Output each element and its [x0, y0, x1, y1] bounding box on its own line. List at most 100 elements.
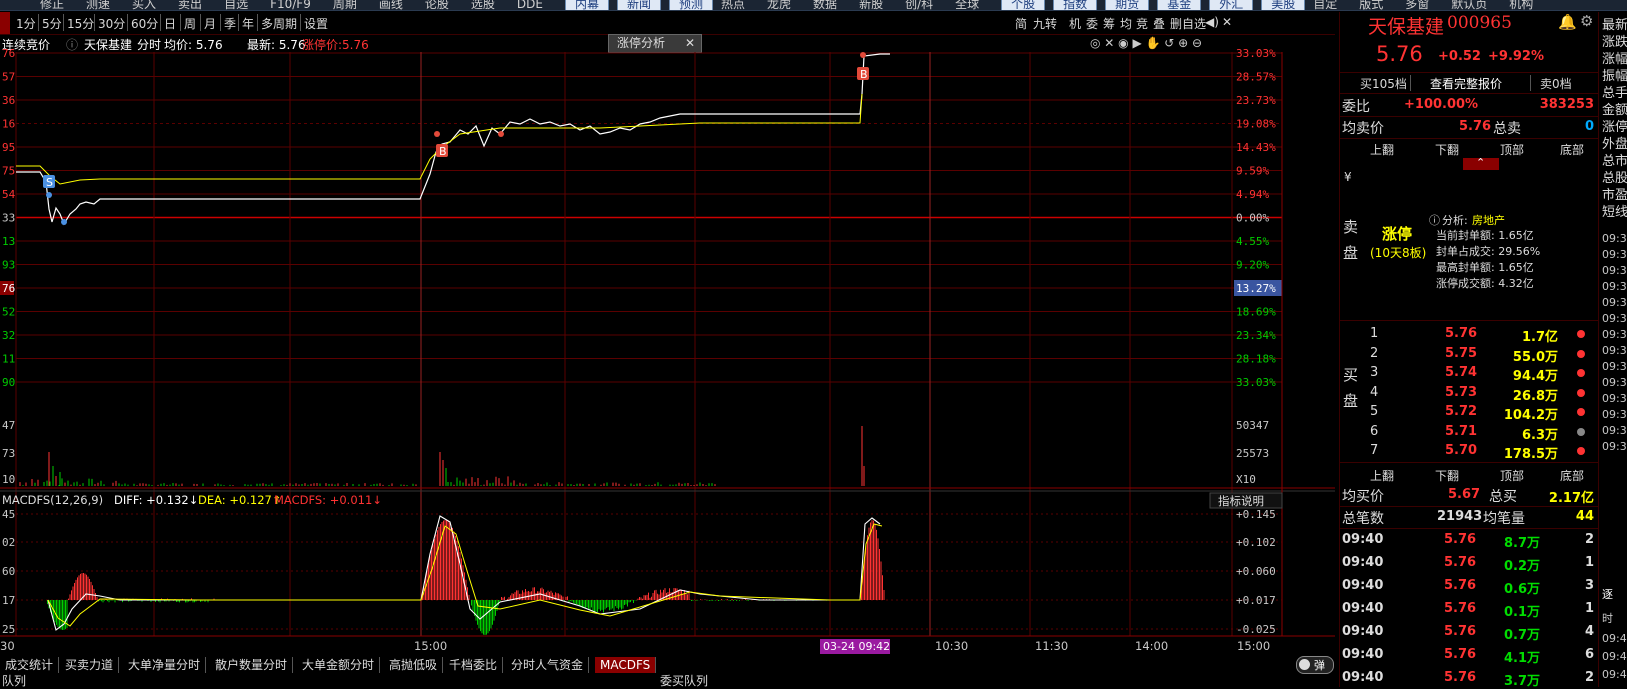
top-menu-item[interactable]: 热点 — [721, 0, 745, 10]
order-nav-3[interactable]: 底部 — [1560, 467, 1584, 484]
top-menu-item[interactable]: 卖出 — [178, 0, 202, 10]
top-menu-item[interactable]: 美股 — [1261, 0, 1306, 10]
bid-price: 5.75 — [1445, 345, 1478, 361]
indicator-tab-1[interactable]: 买卖力道 — [60, 657, 120, 673]
order-nav-2[interactable]: 顶部 — [1500, 467, 1524, 484]
indicator-tab-0[interactable]: 成交统计 — [0, 657, 60, 673]
quote-button-2[interactable]: 卖0档 — [1540, 75, 1572, 92]
top-menu-item[interactable]: 自定 — [1313, 0, 1337, 10]
quote-button-0[interactable]: 买105档 — [1360, 75, 1407, 92]
top-menu-item[interactable]: 论股 — [425, 0, 449, 10]
top-menu-item[interactable]: 多窗 — [1405, 0, 1429, 10]
toolbar-4[interactable]: 筹 — [1103, 15, 1115, 32]
gear-icon[interactable]: ⚙ — [1580, 12, 1593, 30]
top-menu-item[interactable]: 外汇 — [1209, 0, 1254, 10]
price-axis-left-label: 13 — [2, 235, 15, 248]
top-menu-item[interactable]: 选股 — [471, 0, 495, 10]
top-menu-item[interactable]: 自选 — [224, 0, 248, 10]
time-axis-label: 14:00 — [1135, 639, 1168, 653]
collapse-arrow[interactable]: ⌃ — [1463, 156, 1499, 170]
top-menu-item[interactable]: 画线 — [379, 0, 403, 10]
toolbar-7[interactable]: 叠 — [1153, 15, 1165, 32]
top-menu-item[interactable]: 创/科 — [905, 0, 933, 10]
sell-side-label-1: 卖 — [1343, 218, 1359, 236]
bell-icon[interactable]: 🔔 — [1558, 13, 1577, 31]
quote-button-1[interactable]: 查看完整报价 — [1430, 75, 1502, 92]
indicator-tab-4[interactable]: 大单金额分时 — [297, 657, 381, 673]
top-menu-item[interactable]: 期货 — [1105, 0, 1150, 10]
buy-mark-dot — [860, 52, 866, 58]
order-nav-3[interactable]: 底部 — [1560, 141, 1584, 158]
top-menu-item[interactable]: 内幕 — [564, 0, 609, 10]
period-6[interactable]: 周 — [184, 15, 196, 32]
price-axis-right-label: 18.69% — [1236, 306, 1276, 319]
toolbar-8[interactable]: 删自选 — [1170, 15, 1206, 32]
indicator-tab-7[interactable]: 分时人气资金 — [506, 657, 590, 673]
indicator-tab-6[interactable]: 千档委比 — [444, 657, 504, 673]
top-menu-item[interactable]: 周期 — [333, 0, 357, 10]
order-nav-0[interactable]: 上翻 — [1370, 141, 1394, 158]
time-axis-left-label: 30 — [0, 639, 15, 653]
top-menu-item[interactable]: F10/F9 — [270, 0, 311, 10]
period-10[interactable]: 多周期 — [261, 15, 297, 32]
bid-queue-label: 委买队列 — [660, 674, 709, 687]
top-menu-item[interactable]: 龙虎 — [767, 0, 791, 10]
close-icon[interactable]: ✕ — [1222, 15, 1232, 29]
top-menu-item[interactable]: 基金 — [1157, 0, 1202, 10]
toolbar-0[interactable]: 简 — [1015, 15, 1027, 32]
toggle-knob — [1299, 659, 1310, 670]
bid-dot-icon — [1577, 427, 1585, 436]
period-4[interactable]: 60分 — [131, 15, 158, 32]
top-menu-item[interactable]: 默认页 — [1451, 0, 1487, 10]
period-11[interactable]: 设置 — [304, 15, 328, 32]
period-0[interactable]: 1分 — [16, 15, 36, 32]
period-2[interactable]: 15分 — [67, 15, 94, 32]
top-menu-item[interactable]: 版式 — [1359, 0, 1383, 10]
top-menu-item[interactable]: 预测 — [669, 0, 714, 10]
speaker-icon[interactable]: ◀) — [1205, 15, 1219, 29]
intraday-chart[interactable]: 76 57 36 16 95 75 54 33 13 93 76 52 32 11 90 33.03% 28.5… — [0, 34, 1335, 656]
period-9[interactable]: 年 — [242, 15, 254, 32]
toolbar-3[interactable]: 委 — [1086, 15, 1098, 32]
far-right-bottom: 09:4 — [1602, 632, 1627, 645]
price-axis-left-label: 16 — [2, 118, 15, 131]
top-menu-item[interactable]: 机构 — [1509, 0, 1533, 10]
toolbar-6[interactable]: 竞 — [1136, 15, 1148, 32]
order-nav-0[interactable]: 上翻 — [1370, 467, 1394, 484]
top-menu-item[interactable]: 数据 — [813, 0, 837, 10]
top-menu-item[interactable]: 全球 — [955, 0, 979, 10]
trades-value: 21943 — [1437, 509, 1483, 524]
top-menu-item[interactable]: 新股 — [859, 0, 883, 10]
order-nav-1[interactable]: 下翻 — [1435, 141, 1459, 158]
toolbar-5[interactable]: 均 — [1120, 15, 1132, 32]
avg-buy-label: 均买价 — [1342, 489, 1384, 505]
top-menu-item[interactable]: 个股 — [1001, 0, 1046, 10]
popup-toggle[interactable]: 弹 — [1296, 656, 1334, 674]
top-menu-item[interactable]: 测速 — [86, 0, 110, 10]
price-axis-left-label: 54 — [2, 188, 16, 201]
period-7[interactable]: 月 — [204, 15, 216, 32]
period-8[interactable]: 季 — [224, 15, 236, 32]
indicator-tabs: 成交统计 买卖力道 大单净量分时 散户数量分时 大单金额分时 高抛低吸 千档委比 分时人气资金… — [0, 657, 1300, 673]
tick-count: 3 — [1584, 578, 1594, 593]
period-3[interactable]: 30分 — [98, 15, 125, 32]
period-cut-tab[interactable] — [0, 12, 10, 34]
top-menu-item[interactable]: 指数 — [1053, 0, 1098, 10]
toolbar-2[interactable]: 机 — [1069, 15, 1081, 32]
indicator-tab-3[interactable]: 散户数量分时 — [210, 657, 294, 673]
indicator-tab-8[interactable]: MACDFS — [595, 657, 657, 673]
order-nav-1[interactable]: 下翻 — [1435, 467, 1459, 484]
top-menu-item[interactable]: DDE — [517, 0, 543, 10]
indicator-tab-5[interactable]: 高抛低吸 — [384, 657, 444, 673]
indicator-tab-2[interactable]: 大单净量分时 — [123, 657, 207, 673]
top-menu-item[interactable]: 新闻 — [616, 0, 661, 10]
price-axis-left-label: 57 — [2, 71, 15, 84]
order-nav-2[interactable]: 顶部 — [1500, 141, 1524, 158]
toolbar-1[interactable]: 九转 — [1033, 15, 1057, 32]
top-menu-item[interactable]: 买入 — [132, 0, 156, 10]
queue-label: 队列 — [2, 674, 27, 687]
bid-level: 5 — [1370, 404, 1379, 419]
top-menu-item[interactable]: 修正 — [40, 0, 64, 10]
period-5[interactable]: 日 — [164, 15, 176, 32]
period-1[interactable]: 5分 — [42, 15, 62, 32]
